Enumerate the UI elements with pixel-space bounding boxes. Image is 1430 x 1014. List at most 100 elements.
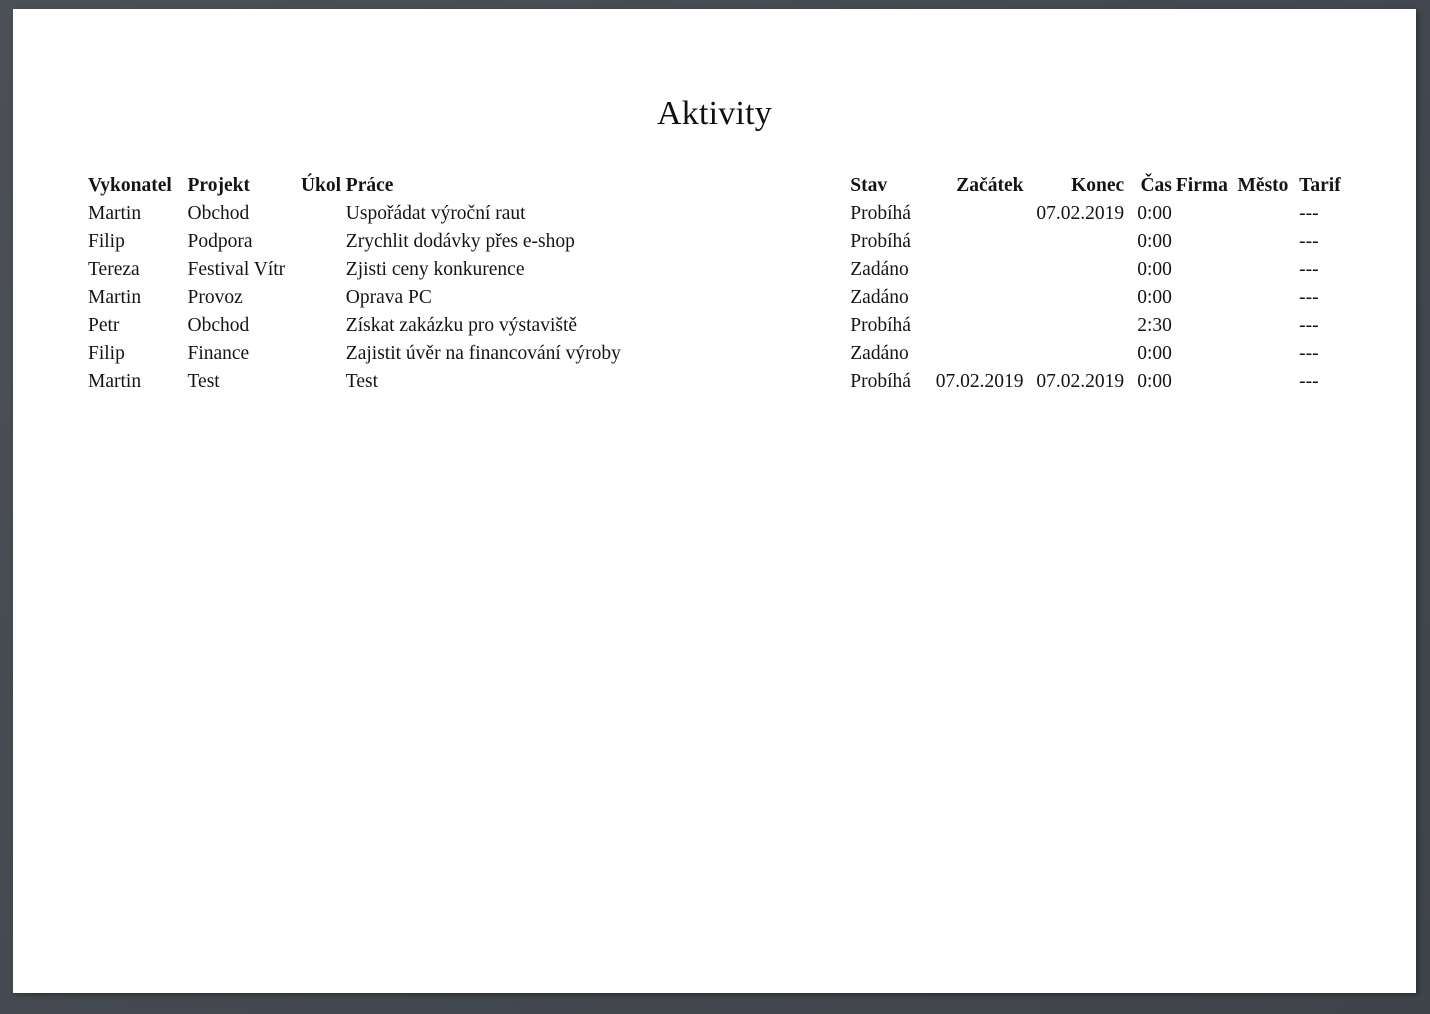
- table-row[interactable]: Martin Provoz Oprava PC Zadáno 0:00 ---: [88, 284, 1378, 312]
- table-row[interactable]: Petr Obchod Získat zakázku pro výstaviště P…: [88, 312, 1378, 340]
- cell-zacatek: [921, 256, 1028, 284]
- cell-vykonatel: Martin: [88, 287, 142, 308]
- cell-cas: 0:00: [1137, 343, 1172, 364]
- cell-cas: 0:00: [1137, 231, 1172, 252]
- cell-projekt: Obchod: [187, 315, 250, 336]
- cell-prace: Získat zakázku pro výstaviště: [345, 315, 578, 336]
- cell-tarif: ---: [1299, 343, 1319, 364]
- cell-zacatek: [921, 200, 1028, 228]
- cell-konec: 07.02.2019: [1036, 371, 1125, 392]
- column-header-vykonatel: Vykonatel: [88, 175, 172, 196]
- cell-prace: Zjisti ceny konkurence: [345, 259, 525, 280]
- cell-stav: Probíhá: [850, 231, 911, 252]
- cell-ukol: [301, 340, 346, 368]
- cell-ukol: [301, 200, 346, 228]
- cell-tarif: ---: [1299, 371, 1319, 392]
- cell-zacatek: [921, 284, 1028, 312]
- column-header-firma: Firma: [1175, 175, 1228, 196]
- cell-stav: Zadáno: [850, 259, 909, 280]
- cell-tarif: ---: [1299, 259, 1319, 280]
- cell-ukol: [301, 284, 346, 312]
- column-header-ukol: Úkol: [300, 175, 342, 196]
- cell-firma: [1176, 200, 1238, 228]
- cell-vykonatel: Martin: [88, 203, 142, 224]
- cell-konec: [1027, 256, 1128, 284]
- cell-cas: 0:00: [1137, 259, 1172, 280]
- column-header-mesto: Město: [1237, 175, 1289, 196]
- table-header: Vykonatel Projekt Úkol Práce Stav Začáte…: [88, 172, 1378, 200]
- cell-vykonatel: Petr: [88, 315, 120, 336]
- cell-tarif: ---: [1299, 231, 1319, 252]
- cell-cas: 2:30: [1137, 315, 1172, 336]
- cell-prace: Test: [345, 371, 379, 392]
- cell-mesto: [1238, 228, 1300, 256]
- cell-vykonatel: Filip: [88, 343, 125, 364]
- cell-mesto: [1238, 200, 1300, 228]
- cell-firma: [1176, 228, 1238, 256]
- cell-zacatek: [921, 228, 1028, 256]
- cell-firma: [1176, 284, 1238, 312]
- cell-projekt: Obchod: [187, 203, 250, 224]
- column-header-cas: Čas: [1140, 175, 1172, 196]
- table-row[interactable]: Tereza Festival Vítr Zjisti ceny konkurenc…: [88, 256, 1378, 284]
- document-page: Aktivity Vykonatel Projekt Úkol Práce St…: [13, 9, 1416, 993]
- cell-stav: Probíhá: [850, 203, 911, 224]
- cell-prace: Zajistit úvěr na financování výroby: [345, 343, 621, 364]
- cell-konec: 07.02.2019: [1036, 203, 1125, 224]
- column-header-tarif: Tarif: [1299, 175, 1341, 196]
- cell-stav: Zadáno: [850, 343, 909, 364]
- cell-vykonatel: Filip: [88, 231, 125, 252]
- cell-stav: Probíhá: [850, 371, 911, 392]
- cell-firma: [1176, 340, 1238, 368]
- table-header-row: Vykonatel Projekt Úkol Práce Stav Začáte…: [88, 172, 1378, 200]
- cell-tarif: ---: [1299, 315, 1319, 336]
- column-header-prace: Práce: [345, 175, 394, 196]
- cell-mesto: [1238, 284, 1300, 312]
- activities-table: Vykonatel Projekt Úkol Práce Stav Začáte…: [88, 172, 1378, 396]
- cell-cas: 0:00: [1137, 203, 1172, 224]
- cell-mesto: [1238, 312, 1300, 340]
- cell-tarif: ---: [1299, 287, 1319, 308]
- page-title: Aktivity: [657, 95, 772, 132]
- cell-projekt: Test: [187, 371, 220, 392]
- cell-konec: [1027, 228, 1128, 256]
- cell-cas: 0:00: [1137, 371, 1172, 392]
- cell-cas: 0:00: [1137, 287, 1172, 308]
- table-row[interactable]: Martin Obchod Uspořádat výroční raut Probíh…: [88, 200, 1378, 228]
- cell-ukol: [301, 256, 346, 284]
- cell-projekt: Provoz: [187, 287, 243, 308]
- cell-tarif: ---: [1299, 203, 1319, 224]
- column-header-zacatek: Začátek: [956, 175, 1024, 196]
- table-body: Martin Obchod Uspořádat výroční raut Probíh…: [88, 200, 1378, 396]
- cell-vykonatel: Tereza: [88, 259, 140, 280]
- cell-vykonatel: Martin: [88, 371, 142, 392]
- cell-konec: [1027, 284, 1128, 312]
- cell-zacatek: [921, 340, 1028, 368]
- table-row[interactable]: Filip Finance Zajistit úvěr na financování…: [88, 340, 1378, 368]
- cell-mesto: [1238, 340, 1300, 368]
- cell-prace: Oprava PC: [345, 287, 432, 308]
- cell-mesto: [1238, 368, 1300, 396]
- cell-firma: [1176, 256, 1238, 284]
- cell-mesto: [1238, 256, 1300, 284]
- cell-prace: Zrychlit dodávky přes e-shop: [345, 231, 575, 252]
- cell-projekt: Festival Vítr: [187, 259, 286, 280]
- table-row[interactable]: Martin Test Test Probíhá 07.02.2019 07.02.201…: [88, 368, 1378, 396]
- cell-konec: [1027, 340, 1128, 368]
- cell-zacatek: 07.02.2019: [935, 371, 1024, 392]
- cell-projekt: Finance: [187, 343, 250, 364]
- viewport: Aktivity Vykonatel Projekt Úkol Práce St…: [0, 0, 1430, 1014]
- cell-konec: [1027, 312, 1128, 340]
- cell-ukol: [301, 228, 346, 256]
- cell-stav: Zadáno: [850, 287, 909, 308]
- cell-ukol: [301, 368, 346, 396]
- table-row[interactable]: Filip Podpora Zrychlit dodávky přes e-shop…: [88, 228, 1378, 256]
- cell-firma: [1176, 312, 1238, 340]
- cell-stav: Probíhá: [850, 315, 911, 336]
- cell-firma: [1176, 368, 1238, 396]
- cell-zacatek: [921, 312, 1028, 340]
- cell-prace: Uspořádat výroční raut: [345, 203, 526, 224]
- column-header-stav: Stav: [850, 175, 888, 196]
- column-header-projekt: Projekt: [187, 175, 250, 196]
- cell-projekt: Podpora: [187, 231, 253, 252]
